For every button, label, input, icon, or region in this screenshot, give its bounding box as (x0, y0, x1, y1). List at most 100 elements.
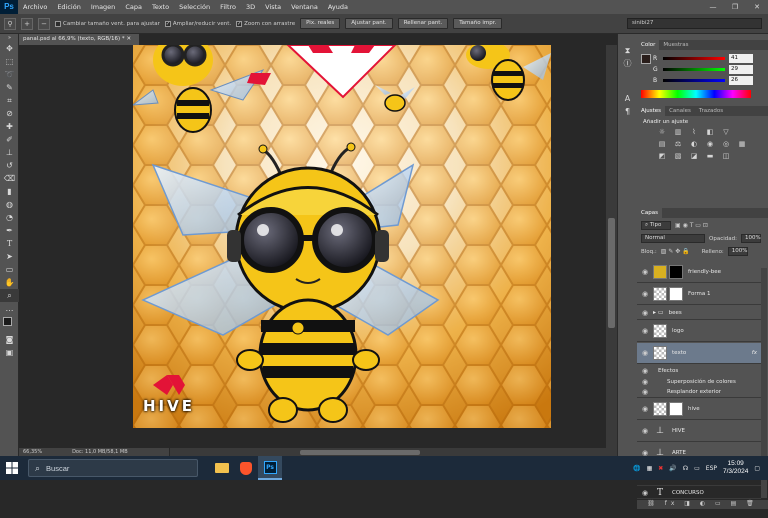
history-panel-icon[interactable]: ⧗ (618, 44, 637, 57)
layers-footer-icons[interactable]: ⛓ fx ◨ ◐ ▭ ▤ 🗑 (637, 500, 768, 509)
effects-row[interactable]: ◉ Efectos (637, 365, 761, 376)
layer-row-selected[interactable]: ◉ texto fx (637, 343, 761, 364)
layer-row[interactable]: ◉ Forma 1 (637, 284, 761, 305)
photo-filter-icon[interactable]: ◉ (705, 140, 715, 149)
layer-row[interactable]: ◉ hive (637, 399, 761, 420)
lasso-tool-icon[interactable]: ➰ (0, 68, 19, 81)
eye-icon[interactable]: ◉ (637, 367, 653, 375)
fill-screen-button[interactable]: Rellenar pant. (397, 18, 449, 29)
scrubby-zoom-checkbox[interactable]: ✓ Zoom con arrastre (236, 20, 295, 27)
pen-tool-icon[interactable]: ✒ (0, 224, 19, 237)
eraser-tool-icon[interactable]: ⌫ (0, 172, 19, 185)
hand-tool-icon[interactable]: ✋ (0, 276, 19, 289)
eye-icon[interactable]: ◉ (637, 489, 653, 497)
menu-texto[interactable]: Texto (147, 3, 174, 11)
properties-panel-icon[interactable]: Ⓘ (618, 57, 637, 70)
tab-paths[interactable]: Trazados (695, 106, 727, 116)
zoom-in-icon[interactable]: + (21, 17, 33, 30)
healing-tool-icon[interactable]: ✚ (0, 120, 19, 133)
notifications-icon[interactable]: ▢ (754, 465, 760, 472)
character-panel-icon[interactable]: A (618, 92, 637, 105)
doc-info[interactable]: Doc: 11,0 MB/58,1 MB (72, 448, 128, 456)
close-button[interactable]: ✕ (746, 3, 768, 11)
zoom-level[interactable]: 66,35% (23, 448, 42, 456)
stamp-tool-icon[interactable]: ⊥ (0, 146, 19, 159)
crop-tool-icon[interactable]: ⌗ (0, 94, 19, 107)
eye-icon[interactable]: ◉ (637, 327, 653, 335)
foreground-color-swatch[interactable] (3, 317, 12, 326)
eye-icon[interactable]: ◉ (637, 388, 653, 396)
black-white-icon[interactable]: ◐ (689, 140, 699, 149)
globe-icon[interactable]: 🌐 (633, 465, 640, 472)
menu-ventana[interactable]: Ventana (286, 3, 323, 11)
quick-select-tool-icon[interactable]: ✎ (0, 81, 19, 94)
marquee-tool-icon[interactable]: ⬚ (0, 55, 19, 68)
gradient-tool-icon[interactable]: ▮ (0, 185, 19, 198)
close-tab-icon[interactable]: ✕ (126, 36, 131, 42)
document-tab[interactable]: panal.psd al 66,9% (texto, RGB/16) * ✕ (19, 34, 139, 45)
menu-3d[interactable]: 3D (241, 3, 260, 11)
menu-imagen[interactable]: Imagen (86, 3, 120, 11)
red-slider-row[interactable]: R 41 (637, 53, 768, 64)
photoshop-logo[interactable]: Ps (0, 0, 18, 14)
canvas[interactable]: HIVE (133, 45, 551, 428)
file-explorer-icon[interactable] (210, 456, 234, 480)
dodge-tool-icon[interactable]: ◔ (0, 211, 19, 224)
blue-slider-row[interactable]: B 26 (637, 75, 768, 86)
vibrance-icon[interactable]: ▽ (721, 128, 731, 137)
effect-row[interactable]: ◉ Resplandor exterior (637, 387, 761, 398)
actual-pixels-button[interactable]: Pix. reales (300, 18, 341, 29)
workspace-select[interactable]: sinibi27 (627, 18, 762, 29)
minimize-button[interactable]: — (702, 3, 724, 11)
layer-filter-select[interactable]: ⌕ Tipo (641, 221, 671, 230)
levels-icon[interactable]: ▥ (673, 128, 683, 137)
selective-color-icon[interactable]: ◫ (721, 152, 731, 161)
layer-row[interactable]: ◉ T CONCURSO (637, 487, 761, 499)
eyedropper-tool-icon[interactable]: ⊘ (0, 107, 19, 120)
eye-icon[interactable]: ◉ (637, 309, 653, 317)
resize-windows-checkbox[interactable]: Cambiar tamaño vent. para ajustar (55, 20, 160, 27)
maximize-button[interactable]: ❐ (724, 3, 746, 11)
color-spectrum[interactable] (641, 90, 751, 98)
horizontal-scroll-thumb[interactable] (300, 450, 420, 455)
eye-icon[interactable]: ◉ (637, 290, 653, 298)
hue-sat-icon[interactable]: ▤ (657, 140, 667, 149)
path-select-tool-icon[interactable]: ➤ (0, 250, 19, 263)
zoom-resize-checkbox[interactable]: ✓ Ampliar/reducir vent. (164, 20, 231, 27)
windows-start-icon[interactable] (0, 456, 24, 480)
blur-tool-icon[interactable]: ◍ (0, 198, 19, 211)
tab-adjustments[interactable]: Ajustes (637, 106, 666, 116)
green-value[interactable]: 29 (729, 65, 753, 74)
eye-icon[interactable]: ◉ (637, 268, 653, 276)
move-tool-icon[interactable]: ✥ (0, 42, 19, 55)
eye-icon[interactable]: ◉ (637, 378, 653, 386)
brave-icon[interactable] (234, 456, 258, 480)
tray-app-icon[interactable]: ▦ (647, 465, 653, 472)
fit-screen-button[interactable]: Ajustar pant. (345, 18, 393, 29)
clock[interactable]: 15:09 7/3/2024 (723, 460, 748, 476)
vertical-scroll-thumb[interactable] (608, 218, 615, 328)
shape-tool-icon[interactable]: ▭ (0, 263, 19, 276)
menu-filtro[interactable]: Filtro (215, 3, 241, 11)
print-size-button[interactable]: Tamaño impr. (453, 18, 503, 29)
channel-mixer-icon[interactable]: ◎ (721, 140, 731, 149)
brush-tool-icon[interactable]: ✐ (0, 133, 19, 146)
quick-mask-icon[interactable]: ◙ (0, 333, 19, 346)
network-icon[interactable]: ☊ (683, 465, 688, 472)
gradient-map-icon[interactable]: ▬ (705, 152, 715, 161)
menu-seleccion[interactable]: Selección (174, 3, 215, 11)
fx-icon[interactable]: fx (752, 350, 757, 356)
zoom-out-icon[interactable]: − (38, 17, 50, 30)
blue-value[interactable]: 26 (729, 76, 753, 85)
tab-layers[interactable]: Capas (637, 208, 662, 218)
invert-icon[interactable]: ◩ (657, 152, 667, 161)
menu-edicion[interactable]: Edición (52, 3, 86, 11)
menu-archivo[interactable]: Archivo (18, 3, 52, 11)
security-icon[interactable]: ✖ (658, 465, 663, 472)
color-lookup-icon[interactable]: ▦ (737, 140, 747, 149)
paragraph-panel-icon[interactable]: ¶ (618, 105, 637, 118)
threshold-icon[interactable]: ◪ (689, 152, 699, 161)
tab-channels[interactable]: Canales (665, 106, 695, 116)
history-brush-icon[interactable]: ↺ (0, 159, 19, 172)
fill-field[interactable]: 100% (727, 247, 748, 256)
